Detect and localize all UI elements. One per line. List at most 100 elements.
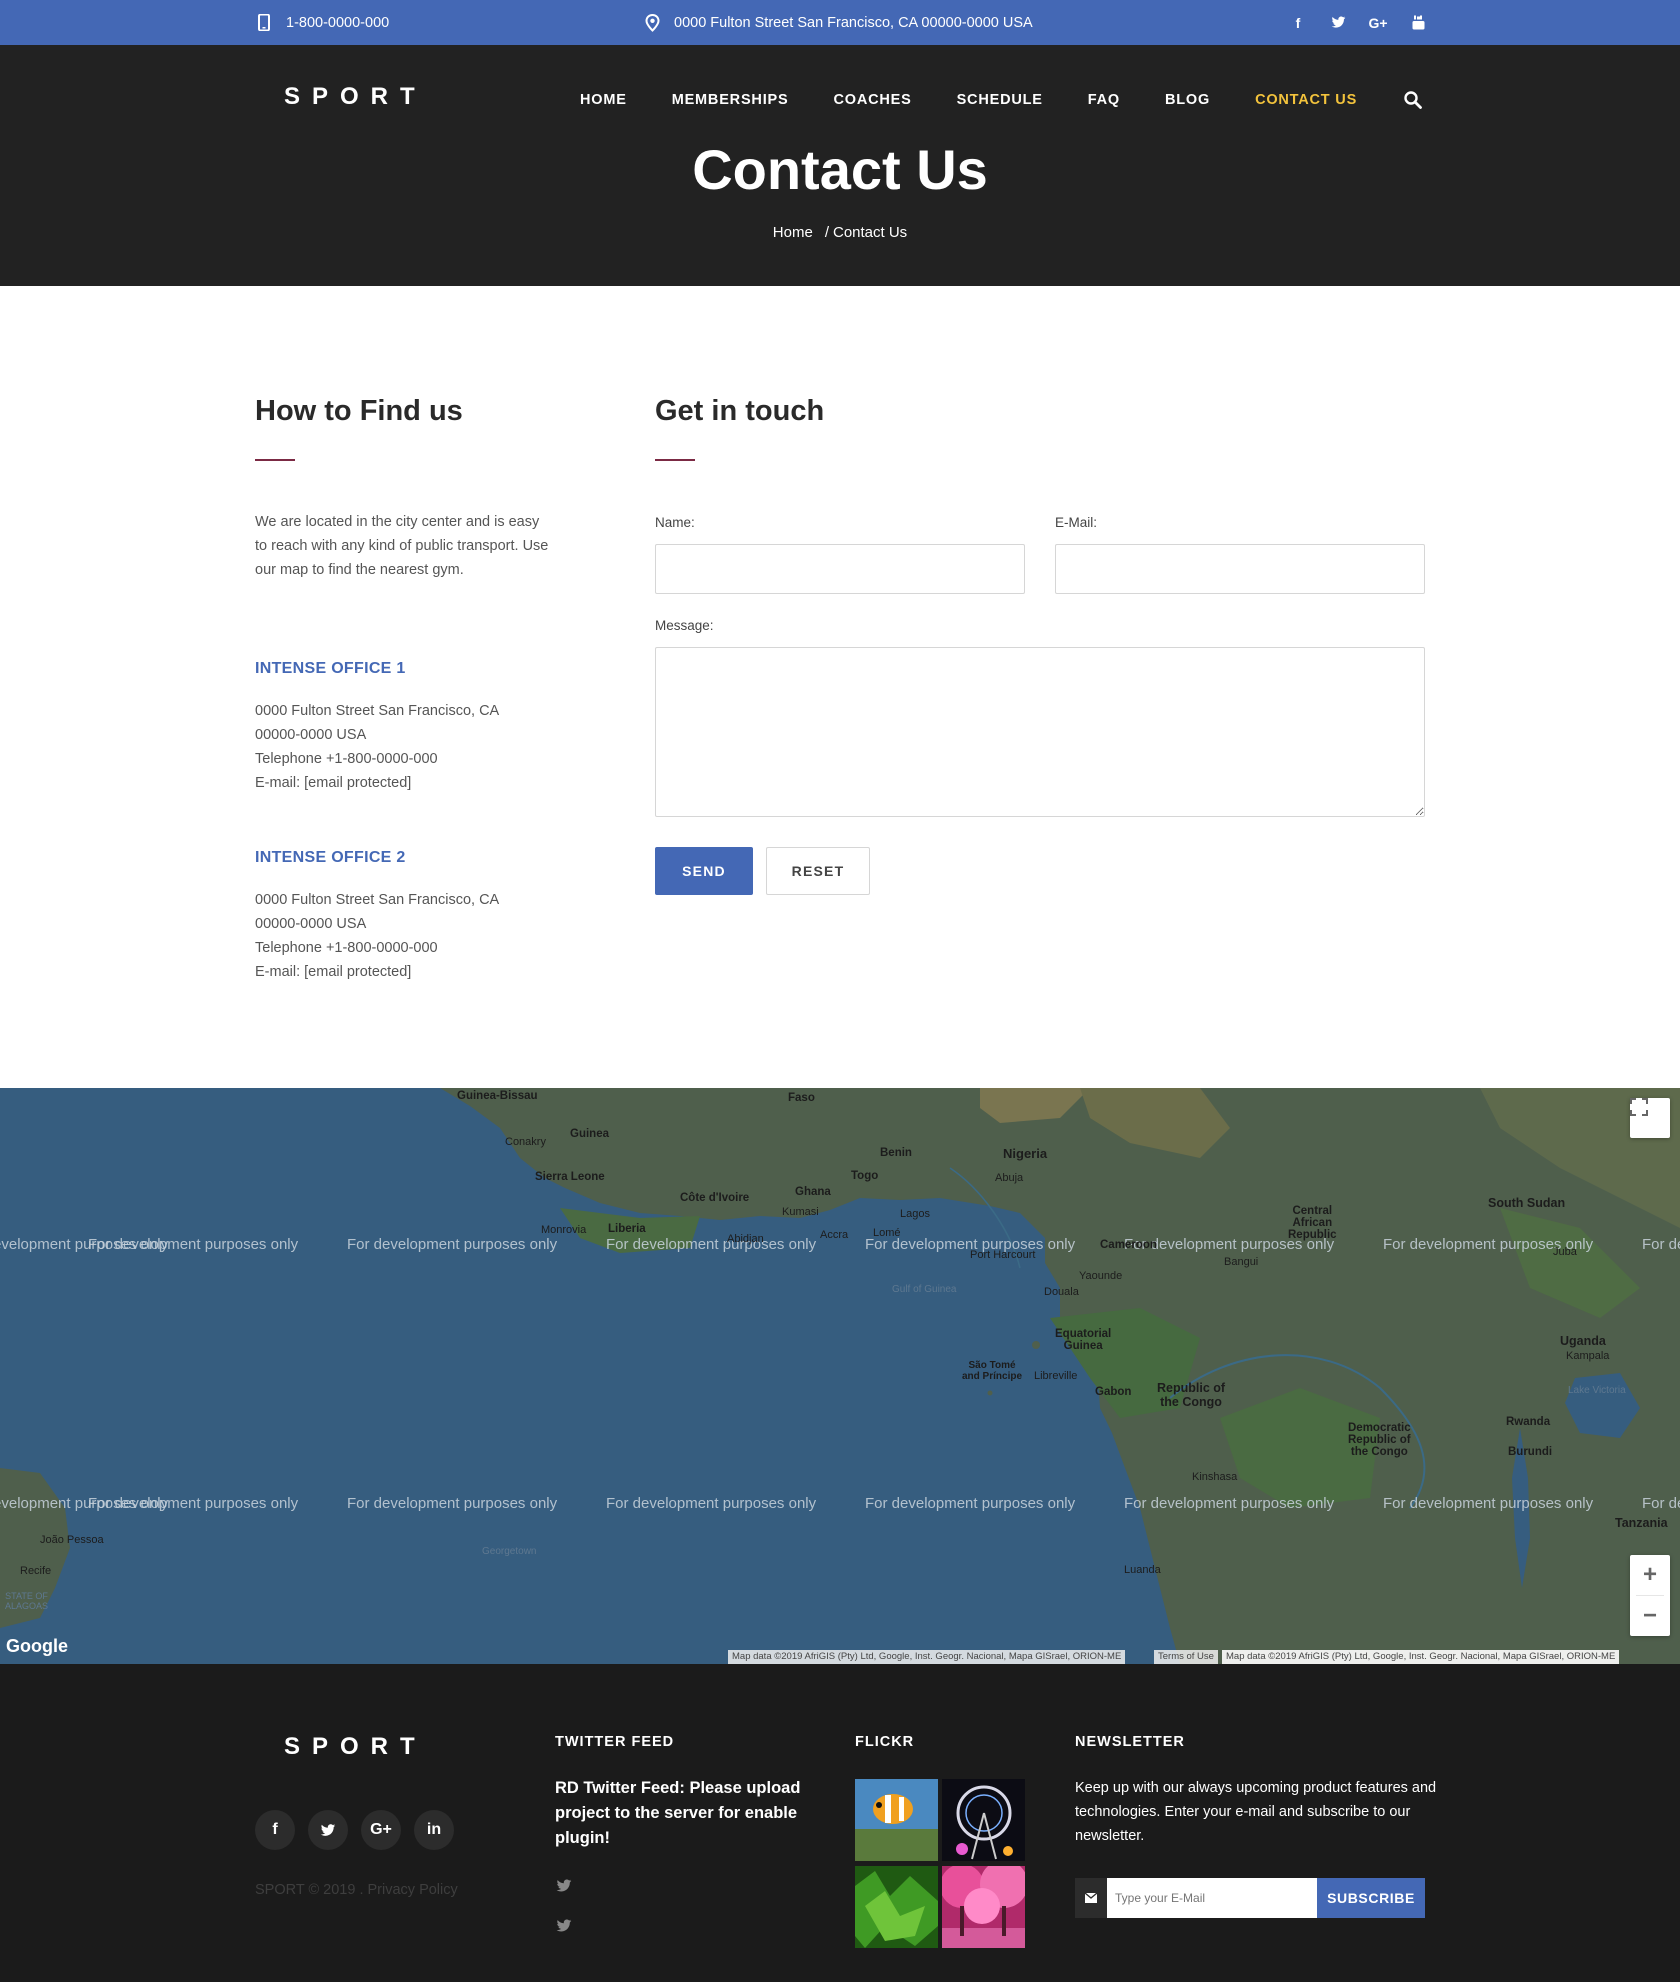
map-label: Lomé	[873, 1227, 901, 1239]
map-label: Port Harcourt	[970, 1249, 1036, 1261]
location-pin-icon	[644, 13, 660, 32]
map[interactable]: For development purposes only For develo…	[0, 1088, 1680, 1664]
footer-logo[interactable]: SPORT	[284, 1733, 427, 1761]
map-label: Libreville	[1034, 1370, 1078, 1382]
map-watermark: For development purposes only	[1642, 1236, 1680, 1253]
top-bar: 1-800-0000-000 0000 Fulton Street San Fr…	[0, 0, 1680, 45]
map-label: South Sudan	[1488, 1196, 1566, 1210]
map-label: Ghana	[795, 1186, 831, 1198]
map-label: Accra	[820, 1229, 849, 1241]
contact-form-title: Get in touch	[655, 395, 825, 427]
map-watermark: For development purposes only	[606, 1236, 817, 1253]
map-label: Tanzania	[1615, 1516, 1668, 1530]
map-watermark: For development purposes only	[88, 1236, 299, 1253]
send-button[interactable]: SEND	[655, 847, 753, 895]
nav-schedule[interactable]: SCHEDULE	[957, 92, 1043, 108]
topbar-social: f G+	[1289, 0, 1427, 45]
map-label: Kumasi	[782, 1206, 819, 1218]
map-watermark: For development purposes only	[1642, 1495, 1680, 1512]
flickr-image-ferris-wheel[interactable]	[942, 1779, 1025, 1861]
map-watermark: For development purposes only	[1383, 1495, 1594, 1512]
footer-google-plus-icon[interactable]: G+	[361, 1810, 401, 1850]
nav-blog[interactable]: BLOG	[1165, 92, 1210, 108]
map-label: Kinshasa	[1192, 1471, 1238, 1483]
message-label: Message:	[655, 618, 714, 633]
search-icon[interactable]	[1403, 90, 1423, 110]
message-textarea[interactable]	[655, 647, 1425, 817]
email-input[interactable]	[1055, 544, 1425, 594]
twitter-icon	[556, 1919, 572, 1932]
map-label: STATE OF ALAGOAS	[5, 1591, 49, 1611]
zoom-out-button[interactable]: −	[1643, 1596, 1657, 1636]
map-label: Kampala	[1566, 1350, 1610, 1362]
footer-twitter-icon[interactable]	[308, 1810, 348, 1850]
office-1-title: INTENSE OFFICE 1	[255, 660, 406, 677]
fullscreen-icon	[1630, 1098, 1648, 1116]
map-label: Abidjan	[727, 1233, 764, 1245]
map-label: Bangui	[1224, 1256, 1259, 1268]
map-attribution-full: Map data ©2019 AfriGIS (Pty) Ltd, Google…	[1222, 1650, 1620, 1664]
office-2-telephone[interactable]: Telephone +1-800-0000-000	[255, 936, 575, 960]
map-watermark: For development purposes only	[88, 1495, 299, 1512]
google-logo[interactable]: Google	[6, 1636, 68, 1657]
terms-of-use-link[interactable]: Terms of Use	[1154, 1650, 1218, 1664]
office-1-telephone[interactable]: Telephone +1-800-0000-000	[255, 747, 575, 771]
footer-linkedin-icon[interactable]: in	[414, 1810, 454, 1850]
zoom-in-button[interactable]: +	[1643, 1555, 1657, 1595]
flickr-image-grass[interactable]	[855, 1866, 938, 1948]
footer-facebook-icon[interactable]: f	[255, 1810, 295, 1850]
footer-copyright[interactable]: SPORT © 2019 . Privacy Policy	[255, 1882, 458, 1898]
newsletter-email-input[interactable]	[1107, 1878, 1317, 1918]
fullscreen-button[interactable]	[1630, 1098, 1670, 1138]
breadcrumb-home[interactable]: Home	[773, 224, 813, 241]
office-1-details: 0000 Fulton Street San Francisco, CA 000…	[255, 699, 575, 795]
map-label: Côte d'Ivoire	[680, 1192, 750, 1204]
main-nav: HOME MEMBERSHIPS COACHES SCHEDULE FAQ BL…	[580, 92, 1402, 108]
office-2-address-line2: 00000-0000 USA	[255, 916, 367, 932]
office-2-details: 0000 Fulton Street San Francisco, CA 000…	[255, 888, 575, 984]
twitter-feed-text: RD Twitter Feed: Please upload project t…	[555, 1779, 801, 1847]
contact-form-divider	[655, 459, 695, 461]
site-logo[interactable]: SPORT	[284, 83, 427, 111]
map-label: Monrovia	[541, 1224, 587, 1236]
google-plus-icon[interactable]: G+	[1368, 15, 1387, 31]
map-watermark: For development purposes only	[865, 1495, 1076, 1512]
subscribe-button[interactable]: SUBSCRIBE	[1317, 1878, 1425, 1918]
map-land	[0, 1088, 1680, 1664]
map-label: Central African Republic	[1288, 1205, 1337, 1241]
nav-contact-us[interactable]: CONTACT US	[1255, 92, 1357, 108]
newsletter-description: Keep up with our always upcoming product…	[1075, 1780, 1437, 1844]
nav-home[interactable]: HOME	[580, 92, 627, 108]
office-1-email[interactable]: E-mail: [email protected]	[255, 771, 575, 795]
name-input[interactable]	[655, 544, 1025, 594]
office-2-email[interactable]: E-mail: [email protected]	[255, 960, 575, 984]
nav-faq[interactable]: FAQ	[1088, 92, 1120, 108]
map-label: Benin	[880, 1147, 912, 1159]
map-label: Gulf of Guinea	[892, 1284, 957, 1295]
facebook-icon[interactable]: f	[1289, 15, 1307, 31]
twitter-icon[interactable]	[1329, 16, 1347, 29]
map-label: Republic of the Congo	[1157, 1381, 1226, 1409]
map-label: Lake Victoria	[1568, 1385, 1626, 1396]
map-label: Nigeria	[1003, 1146, 1048, 1161]
map-label: Democratic Republic of the Congo	[1348, 1422, 1411, 1458]
flickr-image-fish[interactable]	[855, 1779, 938, 1861]
office-2-address-line1: 0000 Fulton Street San Francisco, CA	[255, 892, 500, 908]
find-us-title: How to Find us	[255, 395, 463, 427]
topbar-phone[interactable]: 1-800-0000-000	[256, 0, 389, 45]
nav-coaches[interactable]: COACHES	[833, 92, 911, 108]
map-label: Sierra Leone	[535, 1171, 605, 1183]
breadcrumb-separator: /	[824, 224, 829, 241]
breadcrumb-current: Contact Us	[832, 224, 908, 241]
page-header: SPORT HOME MEMBERSHIPS COACHES SCHEDULE …	[0, 45, 1680, 286]
flickr-title: FLICKR	[855, 1734, 915, 1750]
newsletter-form: SUBSCRIBE	[1075, 1878, 1425, 1918]
map-label: Luanda	[1124, 1564, 1161, 1576]
youtube-icon[interactable]	[1409, 15, 1427, 30]
office-1-address-line1: 0000 Fulton Street San Francisco, CA	[255, 703, 500, 719]
nav-memberships[interactable]: MEMBERSHIPS	[672, 92, 789, 108]
reset-button[interactable]: RESET	[766, 847, 870, 895]
topbar-address[interactable]: 0000 Fulton Street San Francisco, CA 000…	[644, 0, 1033, 45]
map-label: Recife	[20, 1565, 52, 1577]
flickr-image-blossom-trees[interactable]	[942, 1866, 1025, 1948]
